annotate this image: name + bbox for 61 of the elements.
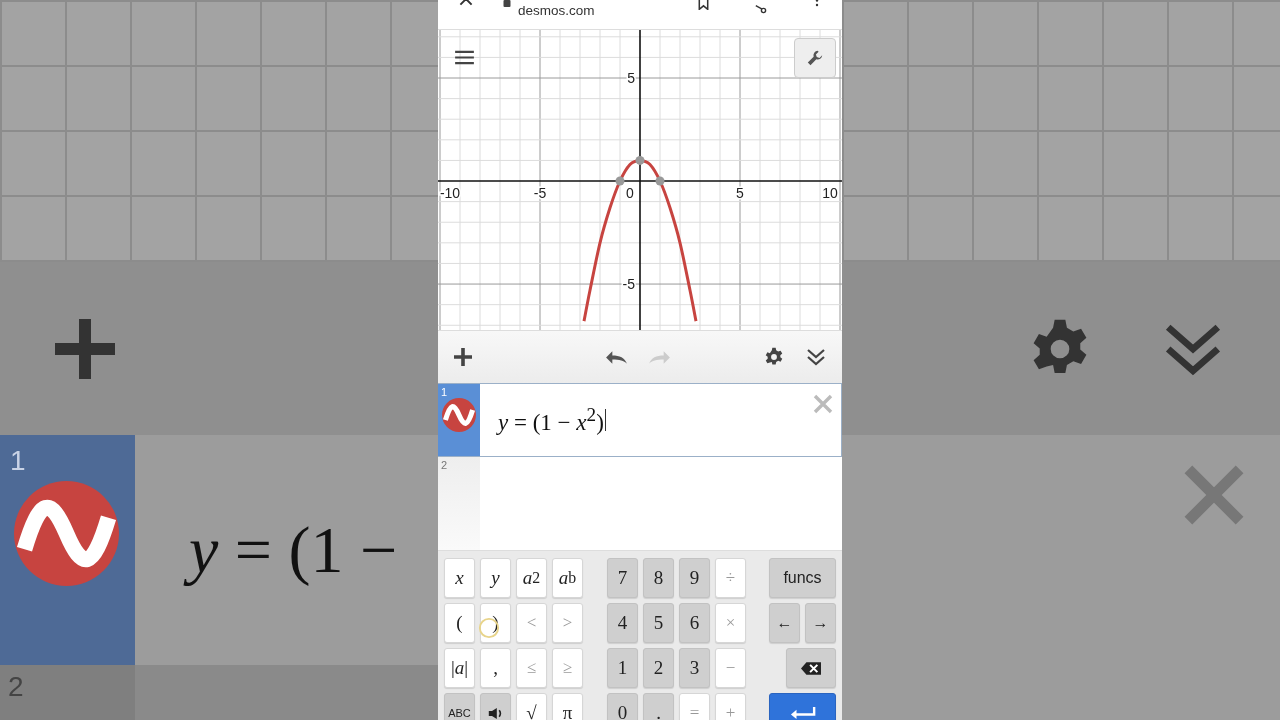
expression-number: 2	[441, 459, 448, 471]
keypad-key[interactable]: 7	[607, 558, 638, 598]
expression-row[interactable]: 2	[438, 457, 842, 550]
expression-row[interactable]: 1 y = (1 − x$^{2}$)	[438, 383, 842, 457]
keypad-key[interactable]: 1	[607, 648, 638, 688]
expression-number: 1	[441, 386, 448, 398]
point-marker[interactable]	[615, 176, 625, 186]
keypad-key[interactable]: 5	[643, 603, 674, 643]
wrench-icon	[806, 49, 824, 67]
settings-icon[interactable]	[764, 347, 784, 367]
settings-button[interactable]	[794, 38, 836, 78]
axis-label: -10	[439, 185, 461, 202]
graph-color-icon[interactable]	[442, 398, 476, 432]
keypad-key[interactable]: 2	[643, 648, 674, 688]
keypad-key[interactable]: 8	[643, 558, 674, 598]
text-cursor	[604, 409, 606, 431]
axis-label: 5	[627, 70, 635, 86]
expression-input[interactable]: y = (1 − x$^{2}$)	[498, 404, 604, 436]
axis-label: -5	[622, 276, 635, 293]
keypad-key[interactable]: 4	[607, 603, 638, 643]
speaker-icon	[487, 706, 504, 720]
keypad-key[interactable]: →	[805, 603, 836, 643]
enter-icon	[789, 706, 816, 720]
keypad-key[interactable]: ←	[769, 603, 800, 643]
keypad-key[interactable]: 6	[679, 603, 710, 643]
axis-label: -5	[533, 185, 547, 202]
menu-icon[interactable]	[455, 50, 474, 65]
keypad-key[interactable]: 3	[679, 648, 710, 688]
axis-label: 0	[626, 185, 634, 202]
close-icon	[1182, 463, 1246, 527]
more-icon[interactable]	[814, 0, 820, 9]
curve-line[interactable]	[582, 158, 698, 322]
keypad-key[interactable]: ,	[480, 648, 511, 688]
backspace-key[interactable]	[786, 648, 836, 688]
touch-indicator	[478, 617, 500, 639]
expression-number: 2	[0, 665, 135, 720]
keypad-key[interactable]: 9	[679, 558, 710, 598]
keypad-key[interactable]: .	[643, 693, 674, 720]
keypad-key[interactable]: x	[444, 558, 475, 598]
keypad-key[interactable]: funcs	[769, 558, 836, 598]
backspace-icon	[801, 661, 821, 675]
keypad-key[interactable]: π	[552, 693, 583, 720]
expression-number: 1	[10, 445, 26, 477]
collapse-icon[interactable]	[806, 348, 826, 366]
keypad-key[interactable]: |a|	[444, 648, 475, 688]
expression-text: y = (1 −	[185, 505, 402, 595]
plus-icon	[55, 318, 115, 379]
point-marker[interactable]	[655, 176, 665, 186]
keypad-key[interactable]: √	[516, 693, 547, 720]
axis-label: 10	[822, 185, 838, 202]
url-text[interactable]: desmos.com	[518, 3, 595, 18]
keypad-key[interactable]: 0	[607, 693, 638, 720]
lock-icon	[502, 0, 512, 7]
graph-color-icon	[14, 481, 119, 586]
keypad-key[interactable]: (	[444, 603, 475, 643]
keypad-key[interactable]: y	[480, 558, 511, 598]
graph-plot[interactable]: -10 -5 0 5 10 -5 5	[438, 30, 842, 330]
point-marker[interactable]	[635, 155, 645, 165]
axis-label: 5	[736, 185, 744, 202]
keypad-key[interactable]: ABC	[444, 693, 475, 720]
plus-icon[interactable]	[454, 348, 472, 366]
